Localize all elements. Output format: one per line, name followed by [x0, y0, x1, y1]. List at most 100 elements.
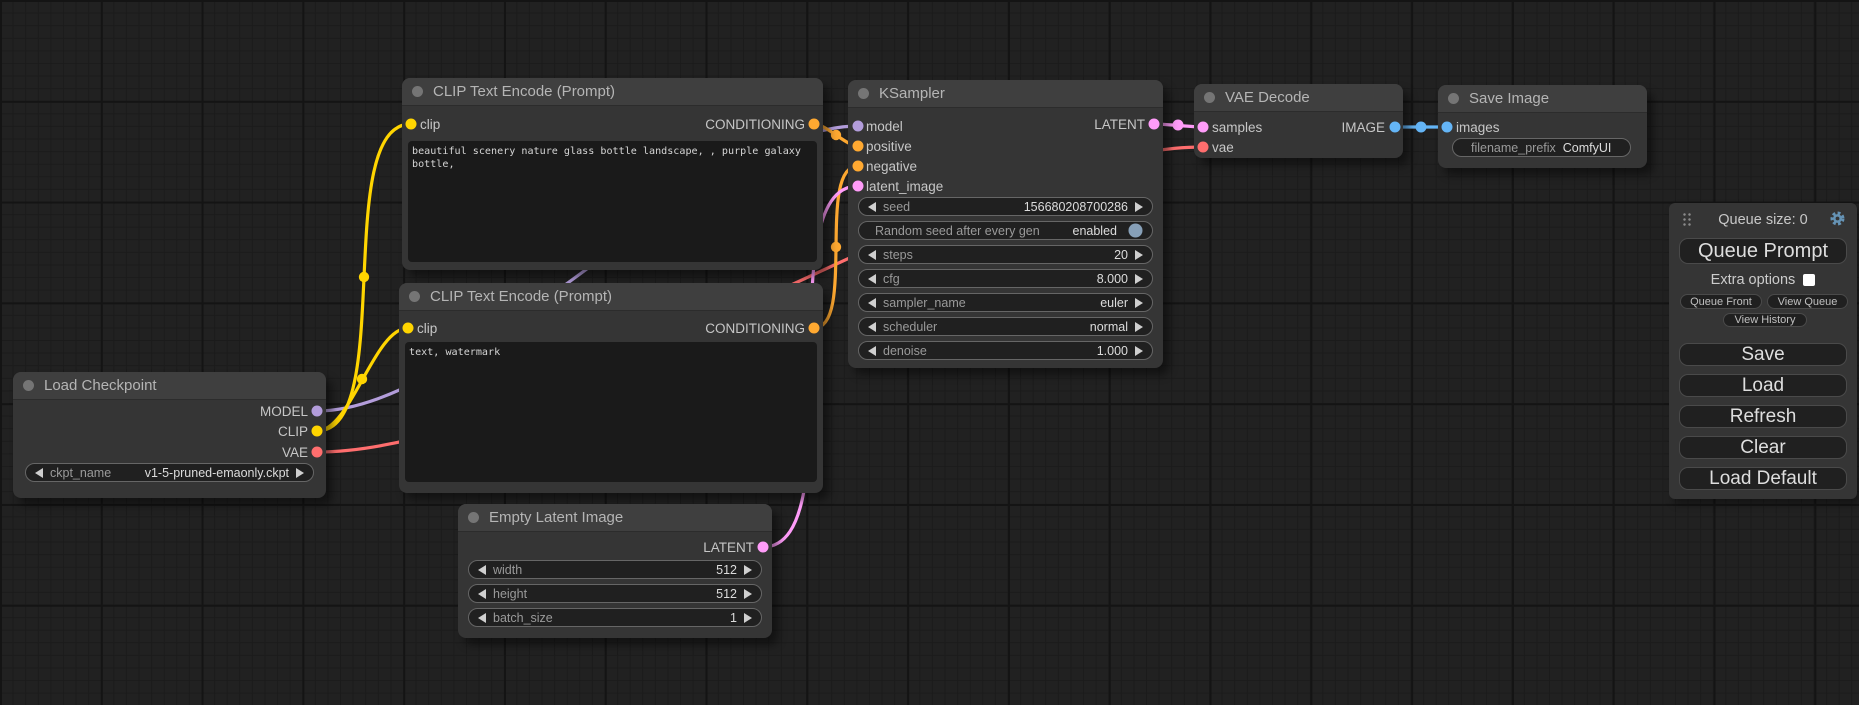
collapse-dot-icon[interactable]	[409, 291, 420, 302]
decrement-arrow-icon[interactable]	[868, 202, 876, 212]
increment-arrow-icon[interactable]	[1135, 274, 1143, 284]
node-load-checkpoint[interactable]: Load Checkpoint MODEL CLIP VAE ckpt_name…	[13, 372, 326, 498]
input-images: images	[1456, 118, 1500, 136]
collapse-dot-icon[interactable]	[1448, 93, 1459, 104]
output-clip: CLIP	[278, 422, 308, 440]
random-seed-widget[interactable]: Random seed after every gen enabled	[858, 221, 1153, 240]
node-clip-text-encode-positive[interactable]: CLIP Text Encode (Prompt) clip CONDITION…	[402, 78, 823, 270]
increment-arrow-icon[interactable]	[1135, 298, 1143, 308]
link-midpoint-dot	[1416, 122, 1427, 133]
node-title: Save Image	[1469, 90, 1549, 107]
node-title-bar[interactable]: CLIP Text Encode (Prompt)	[399, 283, 823, 311]
node-title: Empty Latent Image	[489, 509, 623, 526]
view-queue-button[interactable]: View Queue	[1767, 294, 1848, 309]
node-ksampler[interactable]: KSampler model positive negative latent_…	[848, 80, 1163, 368]
link-midpoint-dot	[831, 130, 841, 140]
increment-arrow-icon[interactable]	[1135, 202, 1143, 212]
cfg-widget[interactable]: cfg 8.000	[858, 269, 1153, 288]
settings-gear-icon[interactable]	[1829, 210, 1846, 227]
steps-widget[interactable]: steps 20	[858, 245, 1153, 264]
queue-front-button[interactable]: Queue Front	[1680, 294, 1762, 309]
node-title-bar[interactable]: CLIP Text Encode (Prompt)	[402, 78, 823, 106]
decrement-arrow-icon[interactable]	[868, 298, 876, 308]
link-midpoint-dot	[1173, 120, 1184, 131]
random-seed-toggle[interactable]	[1128, 223, 1143, 238]
denoise-widget[interactable]: denoise 1.000	[858, 341, 1153, 360]
increment-arrow-icon[interactable]	[1135, 346, 1143, 356]
node-title-bar[interactable]: Save Image	[1438, 85, 1647, 113]
sampler-name-widget[interactable]: sampler_name euler	[858, 293, 1153, 312]
scheduler-widget[interactable]: scheduler normal	[858, 317, 1153, 336]
decrement-arrow-icon[interactable]	[868, 250, 876, 260]
increment-arrow-icon[interactable]	[1135, 250, 1143, 260]
collapse-dot-icon[interactable]	[1204, 92, 1215, 103]
queue-prompt-button[interactable]: Queue Prompt	[1679, 238, 1847, 264]
load-button[interactable]: Load	[1679, 374, 1847, 397]
extra-options-row: Extra options	[1679, 272, 1847, 288]
save-button[interactable]: Save	[1679, 343, 1847, 366]
decrement-arrow-icon[interactable]	[478, 613, 486, 623]
collapse-dot-icon[interactable]	[412, 86, 423, 97]
collapse-dot-icon[interactable]	[858, 88, 869, 99]
node-title-bar[interactable]: KSampler	[848, 80, 1163, 108]
decrement-arrow-icon[interactable]	[868, 322, 876, 332]
input-clip: clip	[420, 115, 440, 133]
input-model: model	[866, 117, 903, 135]
increment-arrow-icon[interactable]	[744, 589, 752, 599]
increment-arrow-icon[interactable]	[744, 565, 752, 575]
ckpt-name-widget[interactable]: ckpt_name v1-5-pruned-emaonly.ckpt	[25, 463, 314, 482]
collapse-dot-icon[interactable]	[468, 512, 479, 523]
increment-arrow-icon[interactable]	[744, 613, 752, 623]
decrement-arrow-icon[interactable]	[868, 346, 876, 356]
negative-prompt-textarea[interactable]: text, watermark	[405, 342, 817, 482]
decrement-arrow-icon[interactable]	[868, 274, 876, 284]
link-clip-positive	[317, 124, 411, 431]
output-model: MODEL	[260, 402, 308, 420]
input-vae: vae	[1212, 138, 1234, 156]
filename-prefix-widget[interactable]: filename_prefix ComfyUI	[1452, 138, 1631, 157]
node-title: VAE Decode	[1225, 89, 1310, 106]
decrement-arrow-icon[interactable]	[478, 565, 486, 575]
width-widget[interactable]: width 512	[468, 560, 762, 579]
batch-size-widget[interactable]: batch_size 1	[468, 608, 762, 627]
link-midpoint-dot	[357, 374, 367, 384]
output-latent: LATENT	[703, 538, 754, 556]
node-title-bar[interactable]: VAE Decode	[1194, 84, 1403, 112]
node-title: Load Checkpoint	[44, 377, 157, 394]
positive-prompt-textarea[interactable]: beautiful scenery nature glass bottle la…	[408, 141, 817, 262]
queue-size-label: Queue size: 0	[1689, 212, 1837, 228]
node-save-image[interactable]: Save Image images filename_prefix ComfyU…	[1438, 85, 1647, 168]
input-latent-image: latent_image	[866, 177, 943, 195]
refresh-button[interactable]: Refresh	[1679, 405, 1847, 428]
clear-button[interactable]: Clear	[1679, 436, 1847, 459]
load-default-button[interactable]: Load Default	[1679, 467, 1847, 490]
increment-arrow-icon[interactable]	[1135, 322, 1143, 332]
comfyui-canvas[interactable]: { "port_colors": { "MODEL": "#B39DDB", "…	[0, 0, 1859, 705]
node-title: CLIP Text Encode (Prompt)	[433, 83, 615, 100]
input-samples: samples	[1212, 118, 1262, 136]
input-clip: clip	[417, 319, 437, 337]
input-negative: negative	[866, 157, 917, 175]
node-title: CLIP Text Encode (Prompt)	[430, 288, 612, 305]
collapse-dot-icon[interactable]	[23, 380, 34, 391]
seed-widget[interactable]: seed 156680208700286	[858, 197, 1153, 216]
output-conditioning: CONDITIONING	[705, 319, 805, 337]
view-history-button[interactable]: View History	[1723, 313, 1807, 327]
node-clip-text-encode-negative[interactable]: CLIP Text Encode (Prompt) clip CONDITION…	[399, 283, 823, 493]
link-clip-negative	[317, 328, 408, 431]
extra-options-checkbox[interactable]	[1803, 274, 1815, 286]
node-title-bar[interactable]: Load Checkpoint	[13, 372, 326, 400]
decrement-arrow-icon[interactable]	[478, 589, 486, 599]
decrement-arrow-icon[interactable]	[35, 468, 43, 478]
node-title-bar[interactable]: Empty Latent Image	[458, 504, 772, 532]
node-vae-decode[interactable]: VAE Decode samples vae IMAGE	[1194, 84, 1403, 158]
output-latent: LATENT	[1094, 115, 1145, 133]
queue-menu-panel: Queue size: 0 Queue Prompt Extra options…	[1669, 203, 1857, 499]
height-widget[interactable]: height 512	[468, 584, 762, 603]
output-conditioning: CONDITIONING	[705, 115, 805, 133]
output-vae: VAE	[282, 443, 308, 461]
node-empty-latent-image[interactable]: Empty Latent Image LATENT width 512 heig…	[458, 504, 772, 638]
increment-arrow-icon[interactable]	[296, 468, 304, 478]
extra-options-label: Extra options	[1711, 272, 1796, 288]
node-title: KSampler	[879, 85, 945, 102]
